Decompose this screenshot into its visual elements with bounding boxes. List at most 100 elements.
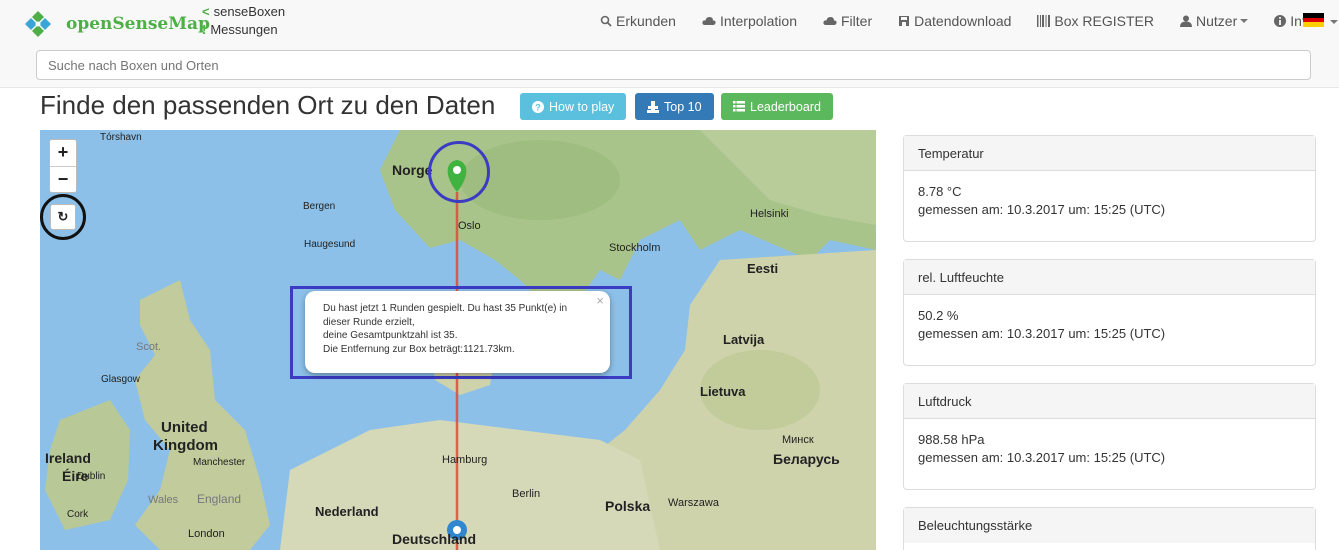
popup-text: dieser Runde erzielt, <box>323 316 415 328</box>
nav-item-filter[interactable]: Filter <box>823 12 872 30</box>
sensor-panel: rel. Luftfeuchte 50.2 % gemessen am: 10.… <box>903 259 1316 366</box>
language-flag-icon[interactable] <box>1303 13 1324 27</box>
nav-item-user[interactable]: Nutzer <box>1180 12 1249 30</box>
map-label: Berlin <box>512 488 540 500</box>
sensor-panel: Beleuchtungsstärke <box>903 507 1316 550</box>
map-label: Минск <box>782 434 814 446</box>
nav-item-register[interactable]: Box REGISTER <box>1037 12 1154 30</box>
nav-label: Box REGISTER <box>1054 13 1155 29</box>
nav-label: Erkunden <box>616 13 676 29</box>
zoom-out-button[interactable]: − <box>50 166 76 192</box>
button-label: Leaderboard <box>750 99 821 114</box>
button-label: How to play <box>549 99 615 114</box>
map-label: Oslo <box>458 220 481 232</box>
map-label: Norge <box>392 162 433 178</box>
navbar: openSenseMap < senseBoxen ! Messungen Erku… <box>0 0 1339 88</box>
main-nav: Erkunden Interpolation Filter Datendownl… <box>600 12 1339 30</box>
chevron-down-icon <box>1330 20 1338 24</box>
search-input[interactable] <box>36 50 1311 80</box>
map-label: Lietuva <box>700 384 746 399</box>
map-label: Warszawa <box>668 497 720 509</box>
result-popup: × Du hast jetzt 1 Runden gespielt. Du ha… <box>305 291 610 373</box>
map-label: Hamburg <box>442 454 487 466</box>
map-label: Bergen <box>303 201 335 212</box>
map-label: Eesti <box>747 261 778 276</box>
map-label: Wales <box>148 494 179 506</box>
cloud-icon <box>702 17 716 25</box>
map-label: Tórshavn <box>100 132 142 143</box>
map-label: Latvija <box>723 332 765 347</box>
leaderboard-button[interactable]: Leaderboard <box>721 93 833 120</box>
map-label: Беларусь <box>773 451 840 467</box>
cloud-icon <box>823 17 837 25</box>
popup-text: Die Entfernung zur Box beträgt:1121.73km… <box>323 343 515 355</box>
barcode-icon <box>1037 15 1051 27</box>
highlight-circle-reset <box>40 194 86 240</box>
search-icon <box>600 15 612 27</box>
nav-item-interpolation[interactable]: Interpolation <box>702 12 797 30</box>
sublink-messungen[interactable]: ! Messungen <box>202 21 285 39</box>
map-label: Deutschland <box>392 531 476 547</box>
brand-link[interactable]: openSenseMap <box>22 8 210 40</box>
user-icon <box>1180 15 1193 27</box>
map-label: Glasgow <box>101 374 141 385</box>
highlight-circle-marker <box>428 141 490 203</box>
map-label: England <box>197 492 241 506</box>
panel-body: 988.58 hPa gemessen am: 10.3.2017 um: 15… <box>904 419 1315 479</box>
map-label: United <box>161 419 208 436</box>
sensor-value: 988.58 hPa <box>918 432 985 447</box>
question-icon: ? <box>532 100 544 113</box>
panel-body: 8.78 °C gemessen am: 10.3.2017 um: 15:25… <box>904 171 1315 231</box>
how-to-play-button[interactable]: ? How to play <box>520 93 627 120</box>
zoom-in-button[interactable]: + <box>50 140 76 166</box>
sublink-mark: < <box>202 4 210 19</box>
map-label: Polska <box>605 498 650 514</box>
map-label: Helsinki <box>750 208 789 220</box>
popup-text: Du hast jetzt 1 Runden gespielt. Du hast… <box>323 303 568 314</box>
nav-label: Datendownload <box>914 13 1012 29</box>
land-great-britain <box>135 280 270 550</box>
nav-label: Nutzer <box>1196 13 1238 29</box>
panel-title: Temperatur <box>904 136 1315 171</box>
panel-title: Luftdruck <box>904 384 1315 419</box>
nav-label: Interpolation <box>719 13 797 29</box>
panel-body: 50.2 % gemessen am: 10.3.2017 um: 15:25 … <box>904 295 1315 355</box>
sensor-timestamp: gemessen am: 10.3.2017 um: 15:25 (UTC) <box>918 326 1166 341</box>
nav-item-download[interactable]: Datendownload <box>898 12 1011 30</box>
sublink-label: Messungen <box>210 22 278 37</box>
popup-text: deine Gesamtpunktzahl ist 35. <box>323 330 458 341</box>
sensor-panel: Temperatur 8.78 °C gemessen am: 10.3.201… <box>903 135 1316 242</box>
sublink-label: senseBoxen <box>213 4 286 19</box>
map-label: Stockholm <box>609 242 660 254</box>
close-icon[interactable]: × <box>596 294 604 308</box>
nav-item-explore[interactable]: Erkunden <box>600 12 676 30</box>
map-label: Kingdom <box>153 437 218 454</box>
sublinks: < senseBoxen ! Messungen <box>202 3 285 39</box>
nav-label: Filter <box>841 13 873 29</box>
map-label: Cork <box>67 509 89 520</box>
panel-title: rel. Luftfeuchte <box>904 260 1315 295</box>
zoom-control: + − <box>49 139 77 193</box>
sublink-senseboxen[interactable]: < senseBoxen <box>202 3 285 21</box>
map-label: Scot. <box>136 341 161 353</box>
top-10-button[interactable]: Top 10 <box>635 93 714 120</box>
sensor-panel: Luftdruck 988.58 hPa gemessen am: 10.3.2… <box>903 383 1316 490</box>
list-icon <box>733 101 745 112</box>
map-label: Ireland <box>45 450 91 466</box>
button-label: Top 10 <box>664 99 702 114</box>
sensor-value: 50.2 % <box>918 308 959 323</box>
map-label: London <box>188 528 225 540</box>
download-icon <box>899 16 910 26</box>
panel-title: Beleuchtungsstärke <box>904 508 1315 543</box>
brand-name: openSenseMap <box>66 14 210 34</box>
info-icon <box>1274 15 1287 27</box>
page-title: Finde den passenden Ort zu den Daten <box>40 90 496 120</box>
sensor-value: 8.78 °C <box>918 184 962 199</box>
sublink-mark: ! <box>202 22 207 37</box>
map-label: Nederland <box>315 504 379 519</box>
chevron-down-icon <box>1240 19 1249 23</box>
map-label: Haugesund <box>304 239 355 250</box>
sensor-timestamp: gemessen am: 10.3.2017 um: 15:25 (UTC) <box>918 450 1166 465</box>
svg-text:?: ? <box>535 102 541 112</box>
sensor-timestamp: gemessen am: 10.3.2017 um: 15:25 (UTC) <box>918 202 1166 217</box>
